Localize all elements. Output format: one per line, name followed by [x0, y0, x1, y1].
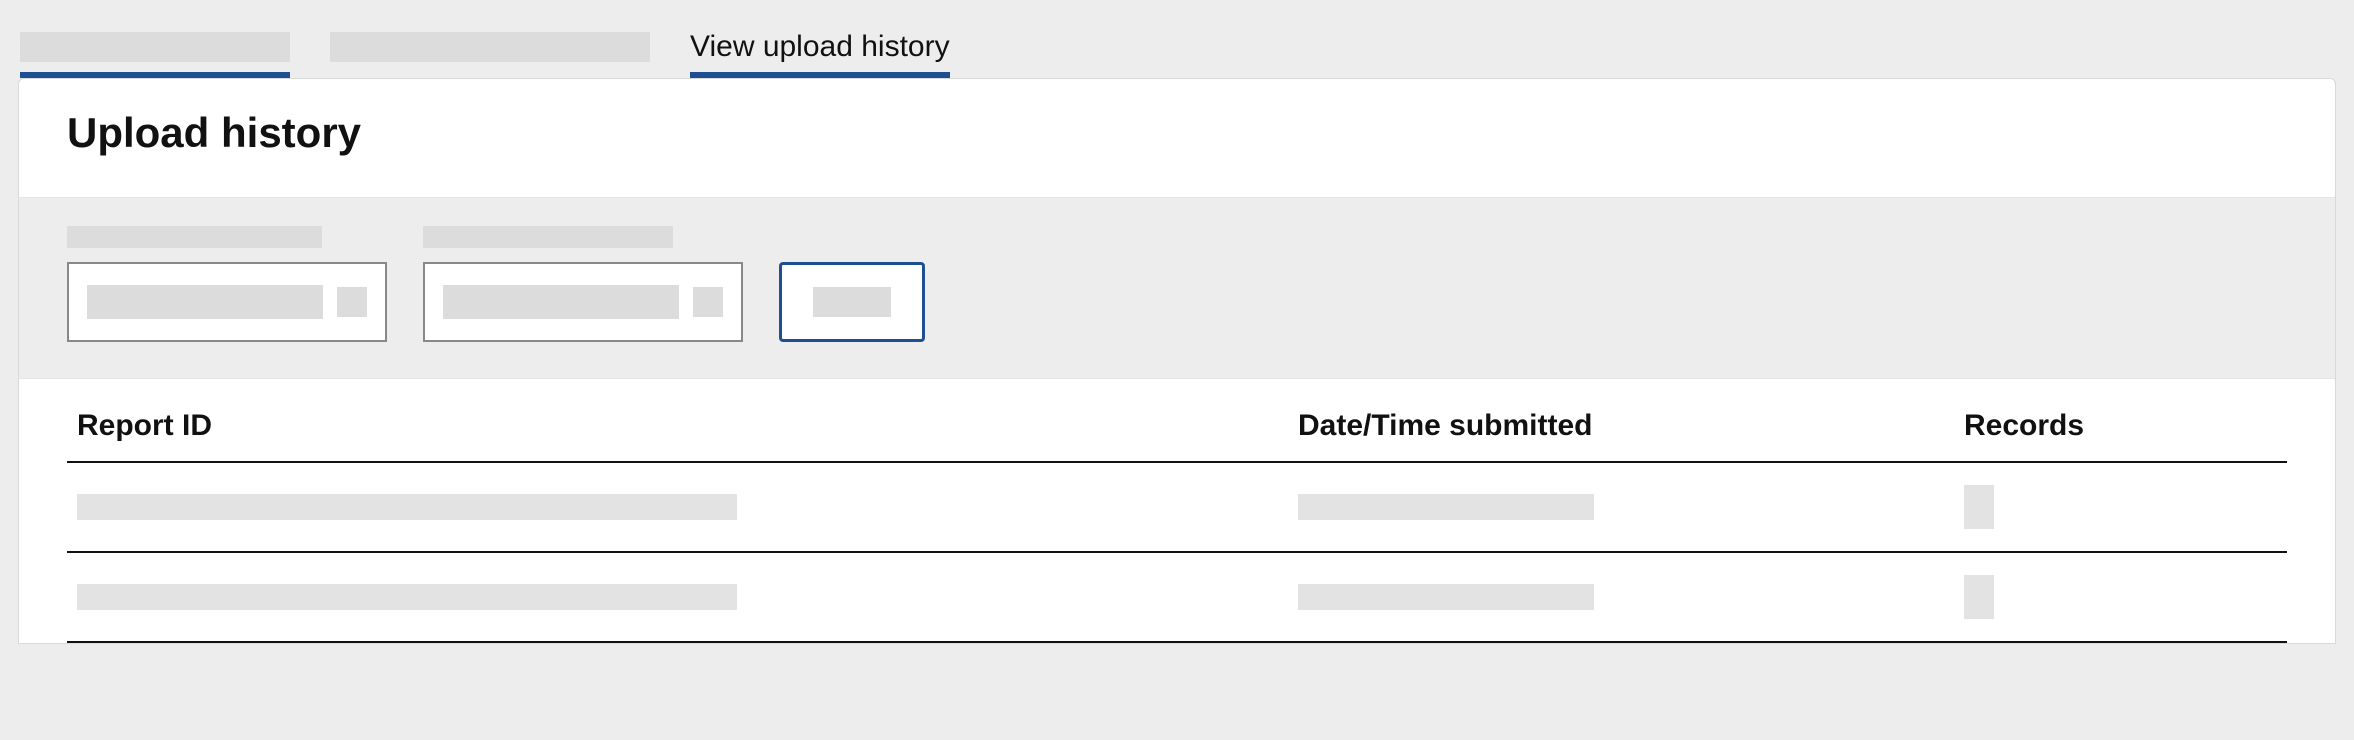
page-title: Upload history — [67, 109, 2287, 157]
cell-placeholder-report-id — [77, 584, 737, 610]
filter-label-placeholder-2 — [423, 226, 673, 248]
tab-placeholder-2[interactable] — [330, 32, 650, 62]
cell-placeholder-report-id — [77, 494, 737, 520]
filter-group-2 — [423, 226, 743, 342]
page-root: View upload history Upload history — [0, 0, 2354, 740]
filter-label-placeholder-1 — [67, 226, 322, 248]
table-header-row: Report ID Date/Time submitted Records — [67, 379, 2287, 462]
table-row[interactable] — [67, 462, 2287, 552]
tabs-row: View upload history — [0, 0, 2354, 78]
tab-view-upload-history[interactable]: View upload history — [690, 30, 950, 78]
results-table-wrap: Report ID Date/Time submitted Records — [19, 379, 2335, 643]
filter-bar — [19, 198, 2335, 379]
select-value-placeholder — [443, 285, 679, 319]
filter-select-2[interactable] — [423, 262, 743, 342]
select-value-placeholder — [87, 285, 323, 319]
button-label-placeholder — [813, 287, 891, 317]
cell-placeholder-datetime — [1298, 584, 1594, 610]
filter-select-1[interactable] — [67, 262, 387, 342]
card-header: Upload history — [19, 79, 2335, 198]
upload-history-table: Report ID Date/Time submitted Records — [67, 379, 2287, 643]
column-header-records: Records — [1954, 379, 2287, 462]
cell-placeholder-datetime — [1298, 494, 1594, 520]
chevron-down-icon — [337, 287, 367, 317]
filter-group-1 — [67, 226, 387, 342]
tab-placeholder-1[interactable] — [20, 32, 290, 62]
column-header-report-id: Report ID — [67, 379, 1288, 462]
upload-history-card: Upload history — [18, 78, 2336, 644]
table-row[interactable] — [67, 552, 2287, 642]
column-header-datetime: Date/Time submitted — [1288, 379, 1954, 462]
chevron-down-icon — [693, 287, 723, 317]
filter-apply-button[interactable] — [779, 262, 925, 342]
cell-placeholder-records — [1964, 575, 1994, 619]
cell-placeholder-records — [1964, 485, 1994, 529]
